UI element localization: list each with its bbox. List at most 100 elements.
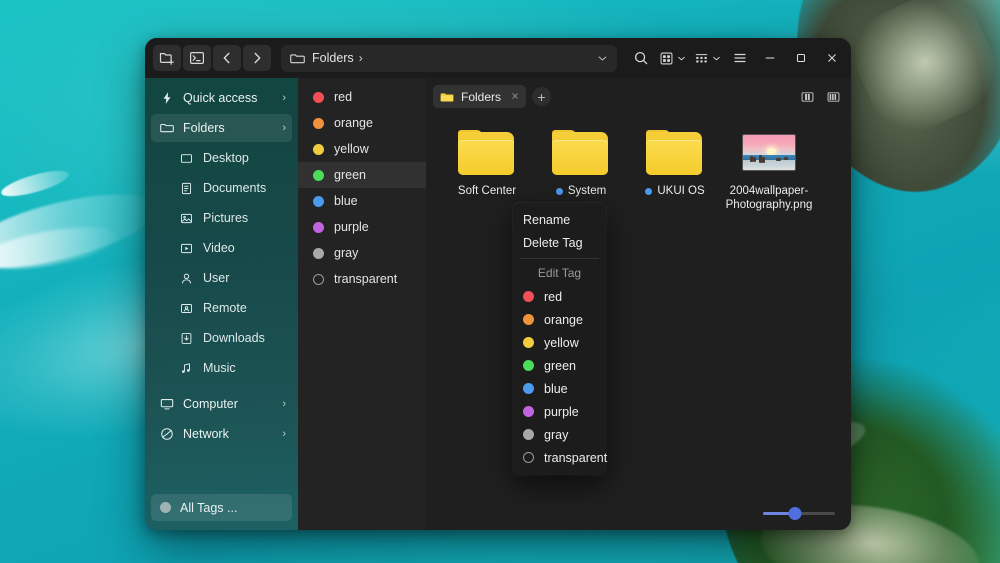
tag-color-dot [313, 144, 324, 155]
tag-color-dot [523, 452, 534, 463]
sidebar-item-desktop[interactable]: Desktop [151, 144, 292, 172]
document-icon [179, 181, 194, 196]
sidebar-item-folders[interactable]: Folders › [151, 114, 292, 142]
context-header-label: Edit Tag [538, 266, 581, 280]
tab-bar: Folders + [426, 81, 851, 112]
tag-label: yellow [334, 142, 369, 156]
context-menu-color-transparent[interactable]: transparent [513, 446, 606, 469]
back-button[interactable] [213, 45, 241, 71]
forward-button[interactable] [243, 45, 271, 71]
add-tab-button[interactable]: + [532, 87, 551, 106]
context-menu-color-purple[interactable]: purple [513, 400, 606, 423]
grid-view-icon[interactable] [656, 45, 690, 71]
tag-context-menu: Rename Delete Tag Edit Tag red orange ye… [513, 203, 606, 475]
tag-row-transparent[interactable]: transparent [298, 266, 426, 292]
breadcrumb[interactable]: Folders [312, 51, 354, 65]
tag-color-dot [523, 291, 534, 302]
sidebar-item-downloads[interactable]: Downloads [151, 324, 292, 352]
sidebar-label: Desktop [203, 151, 286, 165]
tag-color-dot [523, 360, 534, 371]
tag-row-orange[interactable]: orange [298, 110, 426, 136]
file-name: 2004wallpaper-Photography.png [723, 184, 815, 213]
file-item-wallpaper-png[interactable]: 2004wallpaper-Photography.png [722, 130, 816, 213]
file-tag-dot [645, 188, 652, 195]
tag-row-yellow[interactable]: yellow [298, 136, 426, 162]
tag-color-dot [523, 383, 534, 394]
tag-row-green[interactable]: green [298, 162, 426, 188]
context-menu-header-edit-tag: Edit Tag [513, 262, 606, 283]
folder-icon [290, 51, 305, 66]
sidebar-item-user[interactable]: User [151, 264, 292, 292]
tab-folders[interactable]: Folders [433, 85, 526, 108]
tag-color-dot [313, 222, 324, 233]
music-icon [179, 361, 194, 376]
sidebar-item-remote[interactable]: Remote [151, 294, 292, 322]
tag-row-red[interactable]: red [298, 84, 426, 110]
video-icon [179, 241, 194, 256]
title-bar: Folders › [145, 38, 851, 78]
tab-label: Folders [461, 90, 501, 104]
context-menu-color-green[interactable]: green [513, 354, 606, 377]
tag-row-purple[interactable]: purple [298, 214, 426, 240]
close-icon[interactable] [817, 43, 847, 73]
all-tags-button[interactable]: All Tags ... [151, 494, 292, 521]
context-menu-color-red[interactable]: red [513, 285, 606, 308]
tag-color-dot [523, 429, 534, 440]
context-menu-item-rename[interactable]: Rename [513, 208, 606, 231]
split-view-icon[interactable] [797, 88, 817, 106]
column-view-icon[interactable] [823, 88, 843, 106]
tag-color-dot [523, 406, 534, 417]
sidebar-label: Folders [183, 121, 273, 135]
file-item-system[interactable]: System [534, 130, 628, 198]
sidebar-item-music[interactable]: Music [151, 354, 292, 382]
sidebar-item-documents[interactable]: Documents [151, 174, 292, 202]
sidebar-item-video[interactable]: Video [151, 234, 292, 262]
sidebar-label: Video [203, 241, 286, 255]
slider-thumb[interactable] [789, 507, 802, 520]
search-icon[interactable] [627, 45, 655, 71]
titlebar-actions [627, 43, 847, 73]
tag-color-dot [523, 314, 534, 325]
file-item-ukui-os[interactable]: UKUI OS [628, 130, 722, 198]
icon-size-slider[interactable] [763, 504, 835, 522]
tag-label: orange [334, 116, 373, 130]
tag-label: purple [334, 220, 369, 234]
sidebar-label: User [203, 271, 286, 285]
tag-color-dot [523, 337, 534, 348]
context-item-label: Rename [523, 213, 570, 227]
tag-row-gray[interactable]: gray [298, 240, 426, 266]
content-pane: Folders + [426, 78, 851, 530]
sidebar-item-network[interactable]: Network › [151, 420, 292, 448]
sidebar-label: Documents [203, 181, 286, 195]
chevron-down-icon[interactable] [596, 52, 609, 65]
image-thumbnail [740, 130, 798, 176]
tag-label: green [334, 168, 366, 182]
tag-row-blue[interactable]: blue [298, 188, 426, 214]
context-menu-color-gray[interactable]: gray [513, 423, 606, 446]
sidebar-item-computer[interactable]: Computer › [151, 390, 292, 418]
hamburger-menu-icon[interactable] [726, 45, 754, 71]
maximize-icon[interactable] [786, 43, 816, 73]
sort-icon[interactable] [691, 45, 725, 71]
context-menu-item-delete-tag[interactable]: Delete Tag [513, 231, 606, 254]
tag-label: blue [334, 194, 358, 208]
context-item-label: gray [544, 428, 568, 442]
address-bar[interactable]: Folders › [281, 45, 617, 72]
sidebar-item-pictures[interactable]: Pictures [151, 204, 292, 232]
new-folder-button[interactable] [153, 45, 181, 71]
window-body: Quick access › Folders › Desktop [145, 78, 851, 530]
sidebar-label: Downloads [203, 331, 286, 345]
file-name: Soft Center [458, 184, 516, 198]
plus-icon: + [537, 90, 545, 104]
context-menu-color-yellow[interactable]: yellow [513, 331, 606, 354]
tag-color-dot [313, 274, 324, 285]
minimize-icon[interactable] [755, 43, 785, 73]
tag-color-dot [313, 92, 324, 103]
context-menu-color-orange[interactable]: orange [513, 308, 606, 331]
context-menu-color-blue[interactable]: blue [513, 377, 606, 400]
context-item-label: green [544, 359, 576, 373]
terminal-button[interactable] [183, 45, 211, 71]
sidebar-item-quick-access[interactable]: Quick access › [151, 84, 292, 112]
close-icon[interactable] [510, 90, 520, 104]
file-item-soft-center[interactable]: Soft Center [440, 130, 534, 198]
